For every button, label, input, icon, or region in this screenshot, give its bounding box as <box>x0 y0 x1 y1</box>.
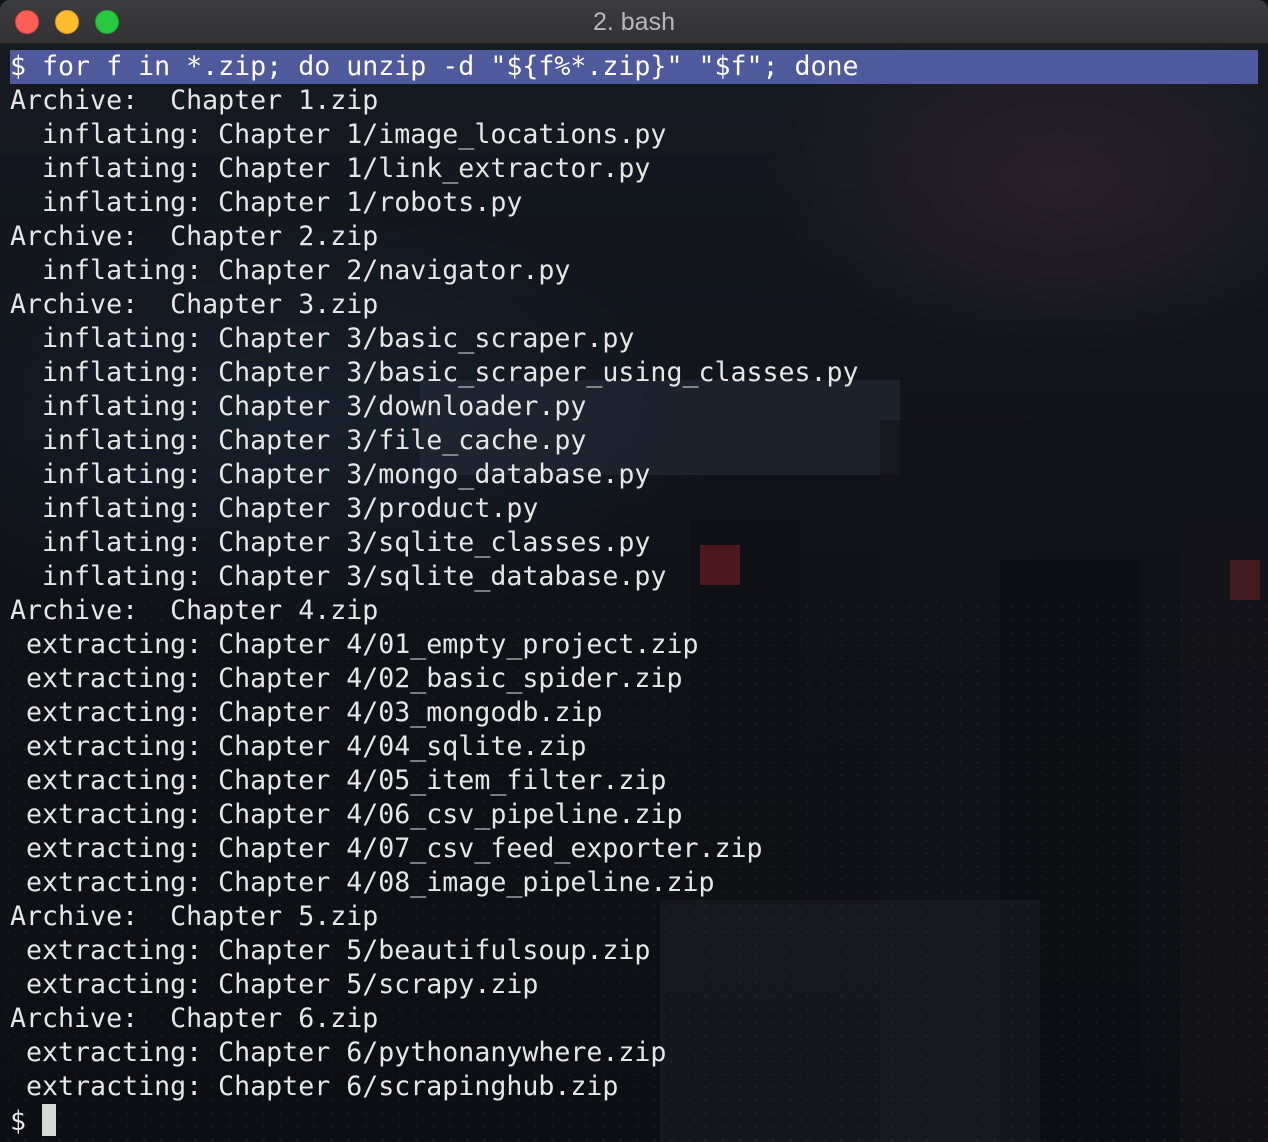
output-line: Archive: Chapter 1.zip <box>10 85 379 116</box>
output-line: Archive: Chapter 2.zip <box>10 221 379 252</box>
title-bar[interactable]: 2. bash <box>0 0 1268 44</box>
output-line: extracting: Chapter 5/beautifulsoup.zip <box>10 935 651 966</box>
window-title: 2. bash <box>592 8 675 36</box>
output-line: extracting: Chapter 4/08_image_pipeline.… <box>10 867 715 898</box>
output-line: inflating: Chapter 1/link_extractor.py <box>10 153 651 184</box>
terminal-content[interactable]: $ for f in *.zip; do unzip -d "${f%*.zip… <box>10 50 1260 1138</box>
output-line: Archive: Chapter 3.zip <box>10 289 379 320</box>
output-line: extracting: Chapter 4/05_item_filter.zip <box>10 765 667 796</box>
output-line: inflating: Chapter 3/file_cache.py <box>10 425 587 456</box>
output-line: inflating: Chapter 3/downloader.py <box>10 391 587 422</box>
output-line: inflating: Chapter 3/sqlite_database.py <box>10 561 667 592</box>
output-line: extracting: Chapter 4/06_csv_pipeline.zi… <box>10 799 683 830</box>
output-line: extracting: Chapter 4/07_csv_feed_export… <box>10 833 763 864</box>
output-line: extracting: Chapter 5/scrapy.zip <box>10 969 539 1000</box>
output-line: inflating: Chapter 3/sqlite_classes.py <box>10 527 651 558</box>
output-line: inflating: Chapter 1/image_locations.py <box>10 119 667 150</box>
prompt-line[interactable]: $ <box>10 1104 1260 1138</box>
terminal-window: 2. bash $ for f in *.zip; do unzip -d "$… <box>0 0 1268 1142</box>
text-cursor <box>42 1104 57 1136</box>
output-line: Archive: Chapter 5.zip <box>10 901 379 932</box>
output-line: extracting: Chapter 4/02_basic_spider.zi… <box>10 663 683 694</box>
output-line: inflating: Chapter 1/robots.py <box>10 187 523 218</box>
output-line: inflating: Chapter 2/navigator.py <box>10 255 571 286</box>
output-line: inflating: Chapter 3/mongo_database.py <box>10 459 651 490</box>
output-line: Archive: Chapter 6.zip <box>10 1003 379 1034</box>
terminal-output: Archive: Chapter 1.zip inflating: Chapte… <box>10 84 1260 1104</box>
output-line: inflating: Chapter 3/basic_scraper_using… <box>10 357 859 388</box>
output-line: inflating: Chapter 3/product.py <box>10 493 539 524</box>
command-line-selected[interactable]: $ for f in *.zip; do unzip -d "${f%*.zip… <box>10 50 1258 84</box>
prompt-symbol: $ <box>10 1106 43 1137</box>
output-line: extracting: Chapter 4/03_mongodb.zip <box>10 697 603 728</box>
output-line: Archive: Chapter 4.zip <box>10 595 379 626</box>
output-line: extracting: Chapter 6/pythonanywhere.zip <box>10 1037 667 1068</box>
output-line: extracting: Chapter 4/01_empty_project.z… <box>10 629 699 660</box>
output-line: extracting: Chapter 6/scrapinghub.zip <box>10 1071 619 1102</box>
output-line: inflating: Chapter 3/basic_scraper.py <box>10 323 635 354</box>
output-line: extracting: Chapter 4/04_sqlite.zip <box>10 731 587 762</box>
